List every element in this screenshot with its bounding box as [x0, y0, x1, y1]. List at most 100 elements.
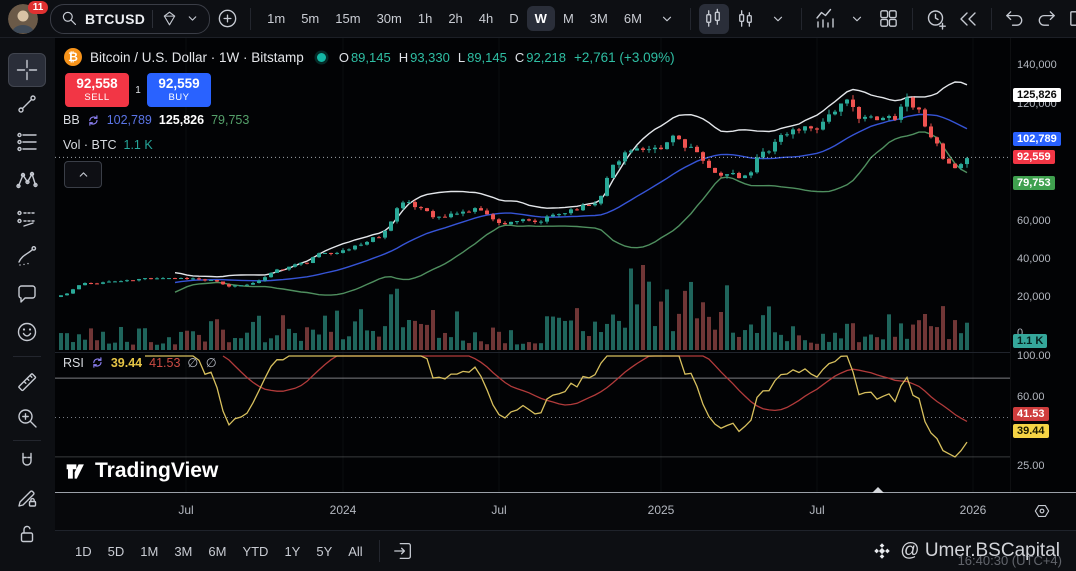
- interval-expand-chevron-icon[interactable]: [652, 4, 682, 34]
- change-value: +2,761 (+3.09%): [574, 50, 675, 65]
- interval-1m[interactable]: 1m: [259, 6, 293, 31]
- ohlc-H: H93,330: [399, 50, 450, 65]
- interval-5m[interactable]: 5m: [293, 6, 327, 31]
- range-1M[interactable]: 1M: [132, 539, 166, 564]
- tradingview-watermark: TradingView: [64, 459, 218, 483]
- range-6M[interactable]: 6M: [200, 539, 234, 564]
- market-status-icon[interactable]: [317, 53, 326, 62]
- range-1Y[interactable]: 1Y: [276, 539, 308, 564]
- price-tick: 60.00: [1017, 391, 1045, 403]
- ohlc-C: C92,218: [515, 50, 566, 65]
- range-5D[interactable]: 5D: [100, 539, 133, 564]
- alert-button[interactable]: [921, 4, 951, 34]
- trend-line-tool[interactable]: [8, 87, 46, 121]
- binance-diamond-icon: [873, 542, 891, 560]
- interval-4h[interactable]: 4h: [471, 6, 501, 31]
- text-note-tool[interactable]: [8, 277, 46, 311]
- diamond-icon[interactable]: [160, 9, 179, 28]
- scale-settings-icon[interactable]: [1032, 501, 1052, 521]
- top-toolbar: 11 BTCUSD 1m5m15m30m1h2h4hDWM3M6M: [0, 0, 1076, 38]
- lock-all-tool[interactable]: [8, 517, 46, 551]
- range-3M[interactable]: 3M: [166, 539, 200, 564]
- toolbar-separator: [801, 8, 802, 30]
- spread-value: 1: [129, 73, 147, 107]
- chart-style-chevron-icon[interactable]: [763, 4, 793, 34]
- interval-6M[interactable]: 6M: [616, 6, 650, 31]
- layout-grid-button[interactable]: [874, 4, 904, 34]
- toolbar-separator: [250, 8, 251, 30]
- symbol-search[interactable]: BTCUSD: [50, 4, 210, 34]
- time-axis[interactable]: Jul2024Jul2025Jul2026: [55, 492, 1076, 531]
- crosshair-tool[interactable]: [8, 53, 46, 87]
- indicators-button[interactable]: [810, 4, 840, 34]
- toolbar-separator: [991, 8, 992, 30]
- interval-1h[interactable]: 1h: [410, 6, 440, 31]
- sell-button[interactable]: 92,558 SELL: [65, 73, 129, 107]
- interval-W[interactable]: W: [527, 6, 555, 31]
- range-YTD[interactable]: YTD: [234, 539, 276, 564]
- emoji-tool[interactable]: [8, 315, 46, 349]
- price-tick: 100.00: [1017, 350, 1051, 362]
- magnet-tool[interactable]: [8, 445, 46, 479]
- price-tick: 60,000: [1017, 215, 1051, 227]
- divider: [152, 10, 153, 28]
- interval-group: 1m5m15m30m1h2h4hDWM3M6M: [259, 6, 650, 31]
- price-label-badge: 125,826: [1013, 88, 1061, 102]
- toolbar-right-cluster: Bit S: [985, 4, 1076, 34]
- buy-button[interactable]: 92,559 BUY: [147, 73, 211, 107]
- time-tick: 2025: [648, 503, 675, 517]
- interval-15m[interactable]: 15m: [327, 6, 368, 31]
- price-tick: 40,000: [1017, 253, 1051, 265]
- range-1D[interactable]: 1D: [67, 539, 100, 564]
- collapse-legend-button[interactable]: [64, 161, 102, 188]
- toolbar-separator: [912, 8, 913, 30]
- symbol-title[interactable]: Bitcoin / U.S. Dollar · 1W · Bitstamp: [90, 50, 304, 65]
- ohlc-O: O89,145: [339, 50, 391, 65]
- brush-tool[interactable]: [8, 239, 46, 273]
- time-tick: Jul: [491, 503, 506, 517]
- indicator-sync-icon[interactable]: [91, 356, 104, 369]
- add-symbol-button[interactable]: [212, 4, 242, 34]
- undo-button[interactable]: [1000, 4, 1030, 34]
- interval-30m[interactable]: 30m: [369, 6, 410, 31]
- measure-tool[interactable]: [8, 365, 46, 399]
- time-axis-marker: [872, 487, 884, 493]
- bollinger-legend[interactable]: BB 102,789 125,826 79,753: [63, 113, 249, 127]
- time-tick: Jul: [809, 503, 824, 517]
- volume-legend[interactable]: Vol · BTC 1.1 K: [63, 138, 153, 152]
- indicator-sync-icon[interactable]: [87, 114, 100, 127]
- indicators-chevron-icon[interactable]: [842, 4, 872, 34]
- trade-panel: 92,558 SELL 1 92,559 BUY: [65, 73, 211, 107]
- tradingview-logo-icon: [64, 460, 87, 483]
- notifications-badge[interactable]: 11: [28, 1, 48, 14]
- xabcd-pattern-tool[interactable]: [8, 163, 46, 197]
- price-tick: 25.00: [1017, 460, 1045, 472]
- chevron-down-icon[interactable]: [186, 12, 199, 25]
- ohlc-L: L89,145: [458, 50, 507, 65]
- fullscreen-button[interactable]: [1064, 4, 1076, 34]
- range-5Y[interactable]: 5Y: [308, 539, 340, 564]
- user-menu[interactable]: 11: [6, 3, 48, 35]
- zoom-in-tool[interactable]: [8, 401, 46, 435]
- fib-retracement-tool[interactable]: [8, 125, 46, 159]
- redo-button[interactable]: [1032, 4, 1062, 34]
- replay-button[interactable]: [953, 4, 983, 34]
- time-tick: Jul: [178, 503, 193, 517]
- interval-D[interactable]: D: [501, 6, 526, 31]
- interval-M[interactable]: M: [555, 6, 582, 31]
- candles-style-button[interactable]: [699, 4, 729, 34]
- toolbar-separator: [690, 8, 691, 30]
- interval-2h[interactable]: 2h: [440, 6, 470, 31]
- symbol-search-input[interactable]: BTCUSD: [85, 11, 145, 27]
- channel-watermark: @ Umer.BSCapital 16:40:30 (UTC+4): [873, 540, 1064, 562]
- interval-3M[interactable]: 3M: [582, 6, 616, 31]
- toolbar-divider: [13, 440, 41, 441]
- price-axis[interactable]: 140,000120,00060,00040,00020,0000100.006…: [1010, 38, 1076, 530]
- rsi-legend[interactable]: RSI 39.44 41.53 ∅ ∅: [63, 355, 219, 370]
- price-label-badge: 102,789: [1013, 132, 1061, 146]
- range-All[interactable]: All: [340, 539, 370, 564]
- projection-tool[interactable]: [8, 201, 46, 235]
- go-to-date-button[interactable]: [388, 536, 418, 566]
- drawing-lock-tool[interactable]: [8, 481, 46, 515]
- chart-style-button[interactable]: [731, 4, 761, 34]
